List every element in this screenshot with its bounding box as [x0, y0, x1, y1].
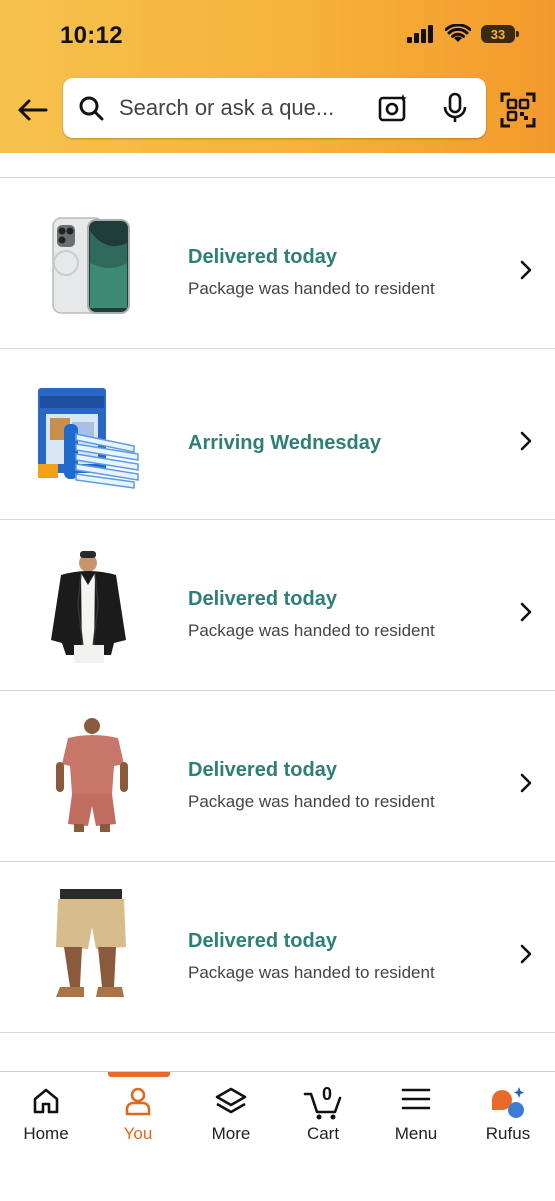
- orders-list: Delivered today Package was handed to re…: [0, 177, 555, 1033]
- pink-tshirt-shorts-set-image: [26, 716, 146, 836]
- order-status: Arriving Wednesday: [188, 432, 382, 454]
- black-shirt-jacket-image: [26, 545, 146, 665]
- microphone-icon[interactable]: [441, 92, 469, 129]
- tab-label: Rufus: [485, 1124, 531, 1143]
- tab-cart[interactable]: 0 Cart: [283, 1072, 363, 1162]
- tab-more[interactable]: More: [191, 1072, 271, 1162]
- chevron-right-icon: [520, 773, 532, 793]
- tab-label: You: [123, 1124, 153, 1143]
- order-detail: Package was handed to resident: [188, 963, 435, 982]
- tab-menu[interactable]: Menu: [376, 1072, 456, 1162]
- order-status: Delivered today: [188, 759, 337, 781]
- tab-label: Home: [23, 1124, 69, 1143]
- status-time: 10:12: [60, 22, 123, 49]
- status-icons: 33: [407, 24, 519, 44]
- battery-level: 33: [490, 26, 506, 42]
- header: 10:12 33: [0, 0, 555, 153]
- phone-case-image: [26, 203, 146, 323]
- chevron-right-icon: [520, 602, 532, 622]
- tab-home[interactable]: Home: [6, 1072, 86, 1162]
- chevron-right-icon: [520, 944, 532, 964]
- order-status: Delivered today: [188, 588, 337, 610]
- back-arrow-icon: [18, 99, 48, 121]
- back-button[interactable]: [14, 92, 50, 128]
- tab-label: Cart: [306, 1124, 340, 1143]
- order-detail: Package was handed to resident: [188, 621, 435, 640]
- wifi-icon: [445, 24, 471, 42]
- order-detail: Package was handed to resident: [188, 279, 435, 298]
- home-icon: [33, 1088, 59, 1114]
- tab-label: More: [211, 1124, 251, 1143]
- tab-rufus[interactable]: Rufus: [468, 1072, 548, 1162]
- order-row[interactable]: Arriving Wednesday: [0, 349, 555, 520]
- tab-you[interactable]: You: [98, 1072, 178, 1162]
- barcode-scan-icon[interactable]: [500, 92, 536, 133]
- cart-count: 0: [321, 1084, 332, 1104]
- vacuum-storage-bags-image: [26, 374, 146, 494]
- bottom-nav: Home You More 0 Cart Menu Rufus: [0, 1071, 555, 1201]
- person-icon: [125, 1087, 151, 1116]
- battery-indicator: 33: [481, 25, 519, 43]
- order-row[interactable]: Delivered today Package was handed to re…: [0, 691, 555, 862]
- order-row[interactable]: Delivered today Package was handed to re…: [0, 520, 555, 691]
- search-bar[interactable]: [63, 78, 486, 138]
- rufus-chat-icon: [492, 1087, 524, 1118]
- camera-search-icon[interactable]: [377, 92, 409, 129]
- khaki-shorts-image: [26, 887, 146, 1007]
- chevron-right-icon: [520, 431, 532, 451]
- order-row[interactable]: Delivered today Package was handed to re…: [0, 178, 555, 349]
- order-detail: Package was handed to resident: [188, 792, 435, 811]
- order-row[interactable]: Delivered today Package was handed to re…: [0, 862, 555, 1033]
- signal-icon: [407, 25, 433, 43]
- tab-label: Menu: [394, 1124, 438, 1143]
- search-icon: [77, 94, 105, 122]
- hamburger-menu-icon: [401, 1088, 431, 1110]
- chevron-right-icon: [520, 260, 532, 280]
- order-status: Delivered today: [188, 930, 337, 952]
- search-input[interactable]: [117, 94, 361, 122]
- order-status: Delivered today: [188, 246, 337, 268]
- layers-icon: [215, 1087, 247, 1114]
